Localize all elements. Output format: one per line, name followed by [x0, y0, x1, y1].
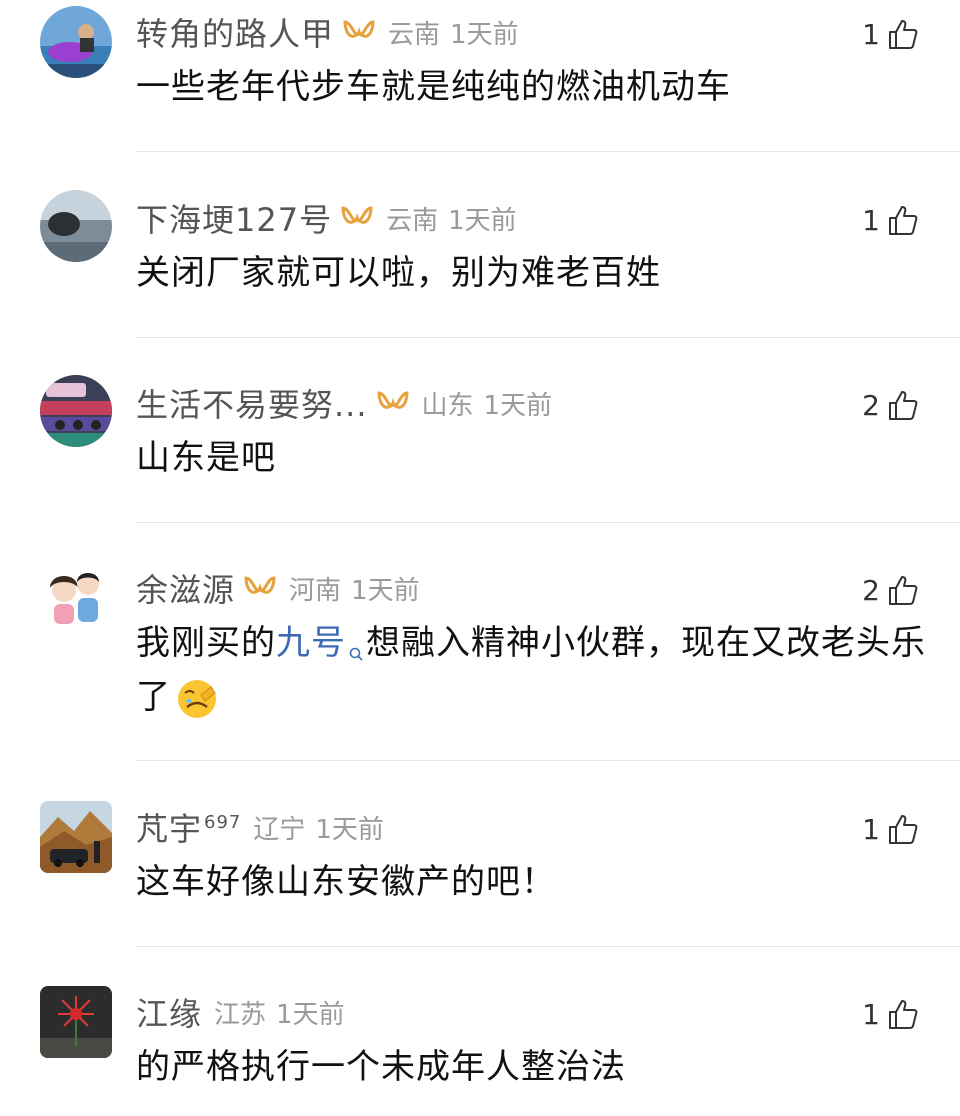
timestamp: 1天前 [315, 814, 384, 845]
thumbs-up-icon [886, 17, 920, 51]
comment-list: 转角的路人甲 云南 1天前 1 一些老年代步车就是纯纯的燃油机动车 下海埂127… [0, 0, 960, 1116]
comment-item: 余滋源 河南 1天前 2 我刚买的九号 想融入精神小伙群，现在又改老头乐了 [0, 556, 960, 761]
divider [136, 946, 960, 947]
comment-item: 下海埂127号 云南 1天前 1 关闭厂家就可以啦，别为难老百姓 [0, 186, 960, 338]
vip-badge-icon [376, 390, 410, 416]
avatar[interactable] [40, 375, 112, 447]
like-button[interactable]: 1 [862, 809, 920, 849]
timestamp: 1天前 [483, 390, 553, 421]
comment-item: 芃宇 697 辽宁 1天前 1 这车好像山东安徽产的吧！ [0, 795, 960, 947]
divider [136, 522, 960, 523]
like-button[interactable]: 1 [862, 994, 920, 1034]
like-count: 2 [862, 573, 880, 607]
comment-meta: 江缘 江苏 1天前 [136, 988, 345, 1036]
thumbs-up-icon [886, 203, 920, 237]
vip-badge-icon [243, 575, 277, 601]
username[interactable]: 下海埂127号 [136, 195, 332, 241]
thumbs-up-icon [886, 997, 920, 1031]
search-icon[interactable] [348, 624, 364, 661]
like-button[interactable]: 2 [862, 570, 920, 610]
comment-meta: 下海埂127号 云南 1天前 [136, 194, 517, 242]
comment-meta: 芃宇 697 辽宁 1天前 [136, 803, 384, 851]
comment-item: 江缘 江苏 1天前 1 的严格执行一个未成年人整治法 [0, 980, 960, 1116]
user-level: 697 [204, 812, 242, 834]
comment-text: 这车好像山东安徽产的吧！ [136, 862, 556, 902]
timestamp: 1天前 [448, 205, 517, 236]
timestamp: 1天前 [276, 999, 345, 1030]
comment-text: 的严格执行一个未成年人整治法 [136, 1047, 626, 1087]
region: 云南 [388, 19, 441, 50]
username[interactable]: 余滋源 [136, 565, 235, 611]
comment-text: 我刚买的九号 想融入精神小伙群，现在又改老头乐了 [136, 616, 936, 724]
comment-item: 生活不易要努... 山东 1天前 2 山东是吧 [0, 371, 960, 523]
comment-meta: 余滋源 河南 1天前 [136, 564, 420, 612]
vip-badge-icon [342, 19, 376, 45]
like-count: 1 [862, 203, 880, 237]
region: 山东 [421, 390, 474, 421]
avatar[interactable] [40, 801, 112, 873]
username[interactable]: 江缘 [136, 989, 202, 1035]
username-text[interactable]: 芃宇 [136, 810, 202, 848]
avatar[interactable] [40, 560, 112, 632]
comment-item: 转角的路人甲 云南 1天前 1 一些老年代步车就是纯纯的燃油机动车 [0, 0, 960, 152]
timestamp: 1天前 [351, 575, 420, 606]
username[interactable]: 转角的路人甲 [136, 9, 334, 55]
like-button[interactable]: 1 [862, 200, 920, 240]
thumbs-up-icon [886, 388, 920, 422]
username[interactable]: 芃宇 697 [136, 804, 241, 850]
vip-badge-icon [340, 205, 374, 231]
avatar[interactable] [40, 6, 112, 78]
facepalm-emoji [175, 677, 219, 721]
comment-meta: 转角的路人甲 云南 1天前 [136, 8, 519, 56]
like-count: 1 [862, 997, 880, 1031]
divider [136, 337, 960, 338]
thumbs-up-icon [886, 573, 920, 607]
comment-text: 山东是吧 [136, 438, 276, 478]
like-button[interactable]: 1 [862, 14, 920, 54]
comment-meta: 生活不易要努... 山东 1天前 [136, 379, 552, 427]
region: 云南 [386, 205, 439, 236]
like-count: 1 [862, 812, 880, 846]
region: 辽宁 [253, 814, 306, 845]
username[interactable]: 生活不易要努... [136, 380, 368, 426]
comment-text: 关闭厂家就可以啦，别为难老百姓 [136, 253, 661, 293]
timestamp: 1天前 [450, 19, 519, 50]
like-count: 2 [862, 388, 880, 422]
thumbs-up-icon [886, 812, 920, 846]
divider [136, 151, 960, 152]
region: 江苏 [214, 999, 267, 1030]
like-button[interactable]: 2 [862, 385, 920, 425]
comment-text: 一些老年代步车就是纯纯的燃油机动车 [136, 67, 731, 107]
region: 河南 [289, 575, 342, 606]
topic-link[interactable]: 九号 [276, 623, 346, 663]
divider [136, 760, 960, 761]
avatar[interactable] [40, 986, 112, 1058]
like-count: 1 [862, 17, 880, 51]
comment-text-part: 我刚买的 [136, 623, 276, 663]
avatar[interactable] [40, 190, 112, 262]
